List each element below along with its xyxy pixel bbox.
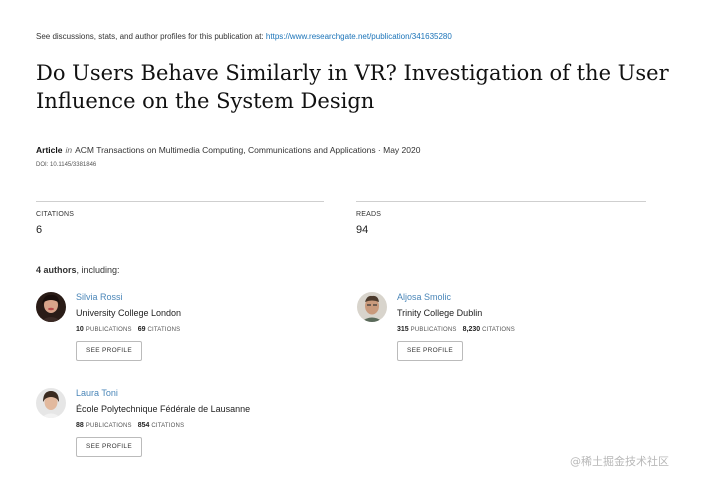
publications-label: PUBLICATIONS — [85, 423, 132, 429]
reads-label: READS — [356, 211, 382, 218]
author-institution: Trinity College Dublin — [397, 308, 483, 318]
see-profile-button[interactable]: SEE PROFILE — [76, 437, 142, 457]
in-word: in — [65, 145, 73, 155]
author-card-aljosa-smolic: Aljosa Smolic Trinity College Dublin 315… — [357, 292, 617, 372]
author-counts: 10 PUBLICATIONS 69 CITATIONS — [76, 326, 186, 333]
see-profile-button[interactable]: SEE PROFILE — [76, 341, 142, 361]
person-photo-icon[interactable] — [36, 292, 66, 322]
author-institution: University College London — [76, 308, 182, 318]
header-intro: See discussions, stats, and author profi… — [36, 32, 264, 41]
authors-heading: 4 authors, including: — [36, 265, 120, 275]
person-photo-icon[interactable] — [36, 388, 66, 418]
person-photo-icon[interactable] — [357, 292, 387, 322]
publication-link[interactable]: https://www.researchgate.net/publication… — [266, 32, 452, 41]
researchgate-header: See discussions, stats, and author profi… — [36, 32, 452, 41]
authors-count: 4 authors — [36, 265, 77, 275]
citations-count: 8,230 — [462, 326, 481, 333]
author-name[interactable]: Laura Toni — [76, 388, 118, 398]
watermark: @稀土掘金技术社区 — [570, 455, 669, 468]
author-institution: École Polytechnique Fédérale de Lausanne — [76, 404, 251, 414]
article-type: Article — [36, 145, 63, 155]
authors-suffix: , including: — [76, 265, 120, 275]
publications-count: 315 — [397, 326, 409, 333]
author-name[interactable]: Aljosa Smolic — [397, 292, 451, 302]
see-profile-button[interactable]: SEE PROFILE — [397, 341, 463, 361]
author-card-silvia-rossi: Silvia Rossi University College London 1… — [36, 292, 296, 372]
reads-divider — [356, 201, 646, 202]
doi: DOI: 10.1145/3381846 — [36, 162, 97, 168]
author-counts: 88 PUBLICATIONS 854 CITATIONS — [76, 422, 190, 429]
citations-label: CITATIONS — [147, 327, 181, 333]
publication-meta: Article in ACM Transactions on Multimedia … — [36, 145, 420, 155]
author-counts: 315 PUBLICATIONS 8,230 CITATIONS — [397, 326, 521, 333]
venue: ACM Transactions on Multimedia Computing… — [75, 145, 421, 155]
publications-count: 10 — [76, 326, 84, 333]
citations-value: 6 — [36, 224, 43, 236]
citations-count: 69 — [137, 326, 146, 333]
publications-count: 88 — [76, 422, 84, 429]
citations-label: CITATIONS — [36, 211, 75, 218]
paper-title: Do Users Behave Similarly in VR? Investi… — [36, 61, 669, 113]
citations-label: CITATIONS — [482, 327, 516, 333]
publications-label: PUBLICATIONS — [85, 327, 132, 333]
citations-count: 854 — [137, 422, 150, 429]
author-name[interactable]: Silvia Rossi — [76, 292, 123, 302]
reads-value: 94 — [356, 224, 369, 236]
publications-label: PUBLICATIONS — [410, 327, 457, 333]
citations-divider — [36, 201, 324, 202]
author-card-laura-toni: Laura Toni École Polytechnique Fédérale … — [36, 388, 296, 468]
citations-label: CITATIONS — [151, 423, 185, 429]
